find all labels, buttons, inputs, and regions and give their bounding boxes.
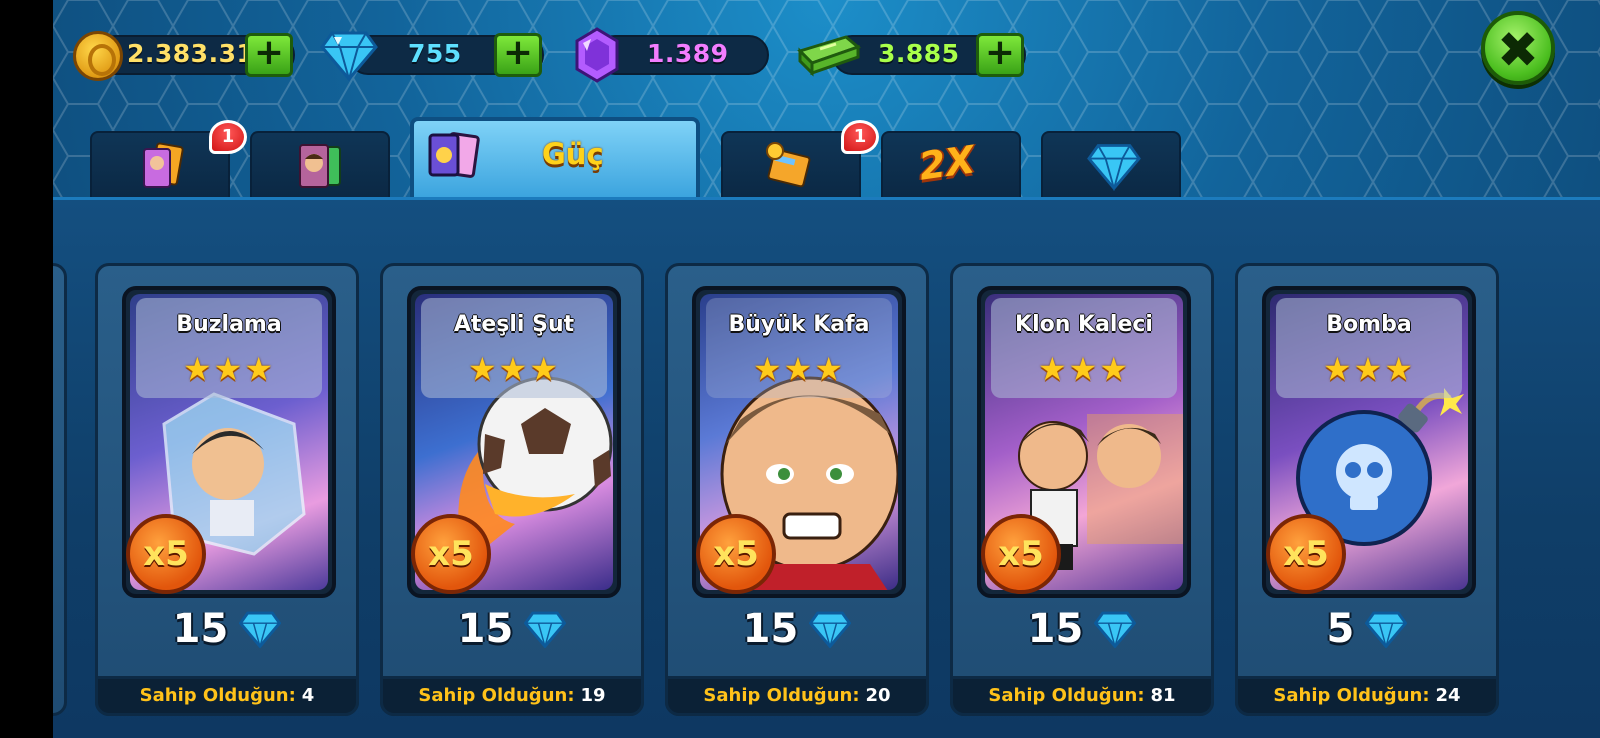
diamonds-value: 755 <box>408 39 462 68</box>
owned-label: Sahip Olduğun: <box>139 685 296 706</box>
card-slot[interactable]: Buzlama ★★★ x5 15 Sahip Olduğun: 4 <box>95 263 359 716</box>
purple-gem-icon <box>575 27 619 83</box>
card-title: Buzlama <box>176 312 282 337</box>
shop-screen: 2.383.316 + 755 + 1.389 3.885 + ✖ 1 Güç … <box>53 0 1600 738</box>
card-header: Klon Kaleci ★★★ <box>991 298 1177 398</box>
card-slot[interactable]: Bomba ★★★ x5 5 Sahip Olduğun: 24 <box>1235 263 1499 716</box>
card-price: 15 <box>1027 606 1084 652</box>
card-title: Bomba <box>1326 312 1412 337</box>
card-title: Büyük Kafa <box>728 312 870 337</box>
multiplier-badge: x5 <box>1266 514 1346 594</box>
multiplier-badge: x5 <box>981 514 1061 594</box>
owned-label: Sahip Olduğun: <box>703 685 860 706</box>
price-row[interactable]: 15 <box>383 606 641 656</box>
2x-icon: 2X <box>916 137 978 189</box>
card-price: 15 <box>172 606 229 652</box>
tab-coin-offer[interactable] <box>721 131 861 199</box>
diamond-icon <box>1087 144 1141 191</box>
close-icon: ✖ <box>1497 21 1539 79</box>
card-title: Klon Kaleci <box>1015 312 1153 337</box>
card-price: 15 <box>457 606 514 652</box>
card-slot[interactable]: Büyük Kafa ★★★ x5 15 Sahip Olduğun: 20 <box>665 263 929 716</box>
card-header: Büyük Kafa ★★★ <box>706 298 892 398</box>
card-title: Ateşli Şut <box>453 312 575 337</box>
owned-label: Sahip Olduğun: <box>1273 685 1430 706</box>
diamonds-counter: 755 + <box>320 31 544 81</box>
close-button[interactable]: ✖ <box>1481 11 1555 85</box>
multiplier-badge: x5 <box>696 514 776 594</box>
multiplier-badge: x5 <box>411 514 491 594</box>
owned-count-bar: Sahip Olduğun: 19 <box>380 676 644 716</box>
tab-heads[interactable] <box>250 131 390 199</box>
tab-double[interactable]: 2X <box>881 131 1021 199</box>
cash-counter: 3.885 + <box>796 31 1026 79</box>
diamond-icon <box>524 611 567 648</box>
owned-count-bar: Sahip Olduğun: 20 <box>665 676 929 716</box>
add-cash-button[interactable]: + <box>976 33 1024 77</box>
owned-value: 19 <box>580 685 606 706</box>
owned-value: 24 <box>1435 685 1461 706</box>
card-slot[interactable]: Klon Kaleci ★★★ x5 15 Sahip Olduğun: 81 <box>950 263 1214 716</box>
diamond-icon <box>320 31 378 81</box>
power-cards-icon <box>428 132 480 178</box>
card-price: 5 <box>1326 606 1355 652</box>
gems-counter: 1.389 <box>573 27 769 83</box>
head-card-icon <box>299 144 341 188</box>
left-black-bar <box>0 0 53 738</box>
owned-count-bar: Sahip Olduğun: 4 <box>95 676 359 716</box>
coin-icon <box>73 31 123 81</box>
star-rating: ★★★ <box>752 350 846 388</box>
owned-value: 4 <box>301 685 315 706</box>
card-price: 15 <box>742 606 799 652</box>
add-coins-button[interactable]: + <box>245 33 293 77</box>
price-row[interactable]: 15 <box>668 606 926 656</box>
price-row[interactable]: 15 <box>953 606 1211 656</box>
cash-value: 3.885 <box>878 39 960 68</box>
power-card[interactable]: Buzlama ★★★ x5 <box>122 286 336 598</box>
card-header: Ateşli Şut ★★★ <box>421 298 607 398</box>
card-header: Buzlama ★★★ <box>136 298 322 398</box>
owned-label: Sahip Olduğun: <box>418 685 575 706</box>
owned-value: 20 <box>865 685 891 706</box>
star-rating: ★★★ <box>1037 350 1131 388</box>
tab-cards-badge: 1 <box>209 120 247 154</box>
multiplier-badge: x5 <box>126 514 206 594</box>
card-slot-partial[interactable] <box>53 263 67 716</box>
coins-counter: 2.383.316 + <box>73 31 295 81</box>
star-rating: ★★★ <box>182 350 276 388</box>
player-cards-icon <box>143 142 184 188</box>
power-card[interactable]: Bomba ★★★ x5 <box>1262 286 1476 598</box>
tab-diamonds[interactable] <box>1041 131 1181 199</box>
price-row[interactable]: 5 <box>1238 606 1496 656</box>
power-card[interactable]: Klon Kaleci ★★★ x5 <box>977 286 1191 598</box>
tab-coin-offer-badge: 1 <box>841 120 879 154</box>
coin-card-icon <box>766 142 811 188</box>
owned-value: 81 <box>1150 685 1176 706</box>
diamond-icon <box>1094 611 1137 648</box>
diamond-icon <box>239 611 282 648</box>
card-slot[interactable]: Ateşli Şut ★★★ x5 15 Sahip Olduğun: 19 <box>380 263 644 716</box>
owned-label: Sahip Olduğun: <box>988 685 1145 706</box>
power-card[interactable]: Büyük Kafa ★★★ x5 <box>692 286 906 598</box>
owned-count-bar: Sahip Olduğun: 24 <box>1235 676 1499 716</box>
gems-value: 1.389 <box>647 39 729 68</box>
owned-count-bar: Sahip Olduğun: 81 <box>950 676 1214 716</box>
star-rating: ★★★ <box>1322 350 1416 388</box>
star-rating: ★★★ <box>467 350 561 388</box>
cash-stack-icon <box>797 35 861 77</box>
price-row[interactable]: 15 <box>98 606 356 656</box>
tab-power-label: Güç <box>542 137 604 171</box>
add-diamonds-button[interactable]: + <box>494 33 542 77</box>
diamond-icon <box>809 611 852 648</box>
card-header: Bomba ★★★ <box>1276 298 1462 398</box>
power-card[interactable]: Ateşli Şut ★★★ x5 <box>407 286 621 598</box>
diamond-icon <box>1365 611 1408 648</box>
tab-power[interactable]: Güç <box>410 117 700 199</box>
